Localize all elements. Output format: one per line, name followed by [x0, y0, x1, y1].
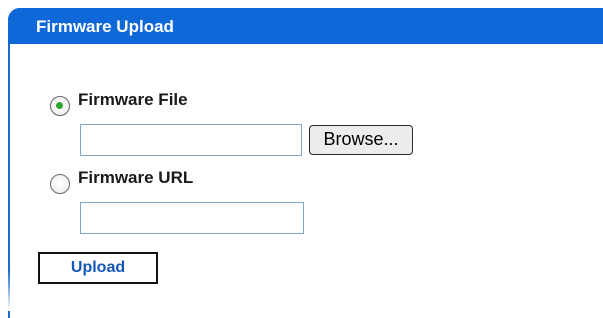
browse-button[interactable]: Browse... — [309, 125, 413, 155]
firmware-file-input[interactable] — [80, 124, 302, 156]
firmware-url-label: Firmware URL — [78, 168, 194, 187]
panel-border-fade — [8, 270, 14, 311]
firmware-url-input[interactable] — [80, 202, 304, 234]
firmware-file-label: Firmware File — [78, 90, 188, 109]
firmware-url-radio[interactable] — [50, 174, 70, 194]
upload-button[interactable]: Upload — [38, 252, 158, 284]
panel-title: Firmware Upload — [8, 8, 603, 44]
firmware-file-radio[interactable] — [50, 96, 70, 116]
